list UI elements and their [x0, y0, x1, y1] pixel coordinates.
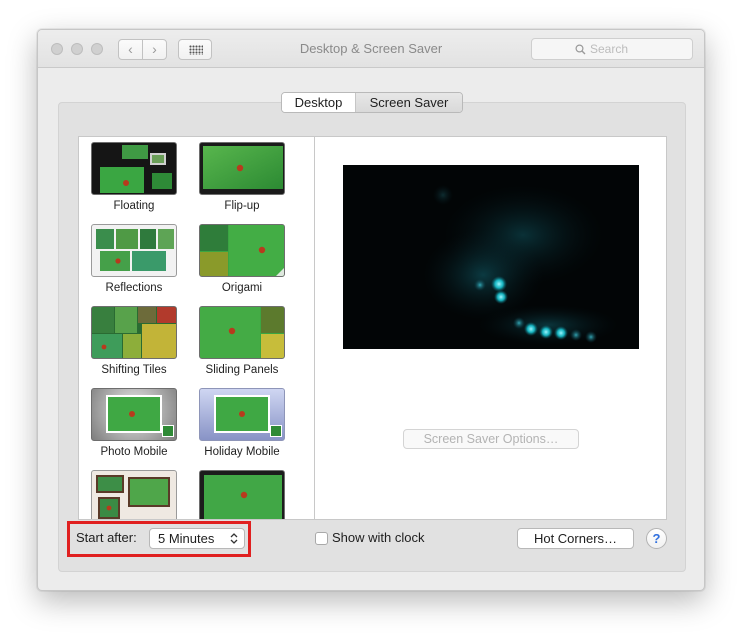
thumbnail: [199, 224, 285, 277]
saver-label: Holiday Mobile: [204, 446, 280, 458]
start-after-popup[interactable]: 5 Minutes: [149, 528, 245, 549]
magnifier-icon: [575, 44, 586, 55]
thumbnail: [199, 306, 285, 359]
show-with-clock-label[interactable]: Show with clock: [332, 530, 424, 545]
title-bar: ‹ › Desktop & Screen Saver: [38, 30, 704, 68]
help-button[interactable]: ?: [646, 528, 667, 549]
screen-saver-preview[interactable]: [343, 165, 639, 349]
saver-label: Photo Mobile: [100, 446, 168, 458]
thumbnail: [199, 470, 285, 519]
tab-desktop[interactable]: Desktop: [282, 93, 356, 112]
preview-pane: Screen Saver Options…: [314, 136, 667, 520]
updown-arrows-icon: [230, 533, 238, 544]
thumbnail: [91, 306, 177, 359]
hot-corners-button[interactable]: Hot Corners…: [517, 528, 634, 549]
question-mark-icon: ?: [652, 531, 661, 546]
search-input[interactable]: [590, 41, 685, 57]
thumbnail: [91, 142, 177, 195]
start-after-label: Start after:: [76, 530, 137, 545]
saver-label: Origami: [221, 282, 263, 294]
saver-label: Sliding Panels: [205, 364, 279, 376]
saver-label: Reflections: [105, 282, 163, 294]
saver-label: Shifting Tiles: [101, 364, 167, 376]
thumbnail: [91, 388, 177, 441]
screen-saver-options-button[interactable]: Screen Saver Options…: [403, 429, 579, 449]
thumbnail: [199, 142, 285, 195]
saver-label: Floating: [113, 200, 155, 212]
thumbnail: [199, 388, 285, 441]
start-after-value: 5 Minutes: [158, 531, 215, 546]
tab-screen-saver[interactable]: Screen Saver: [356, 93, 462, 112]
search-field[interactable]: [531, 38, 693, 60]
show-with-clock-checkbox[interactable]: [315, 532, 328, 545]
preferences-window: ‹ › Desktop & Screen Saver Desktop Scree…: [37, 29, 705, 591]
saver-label: Flip-up: [224, 200, 260, 212]
screen-saver-list[interactable]: Floating Flip-up Reflections Origami Shi…: [78, 136, 315, 520]
thumbnail: [91, 224, 177, 277]
tab-bar: Desktop Screen Saver: [281, 92, 463, 113]
thumbnail: [91, 470, 177, 519]
